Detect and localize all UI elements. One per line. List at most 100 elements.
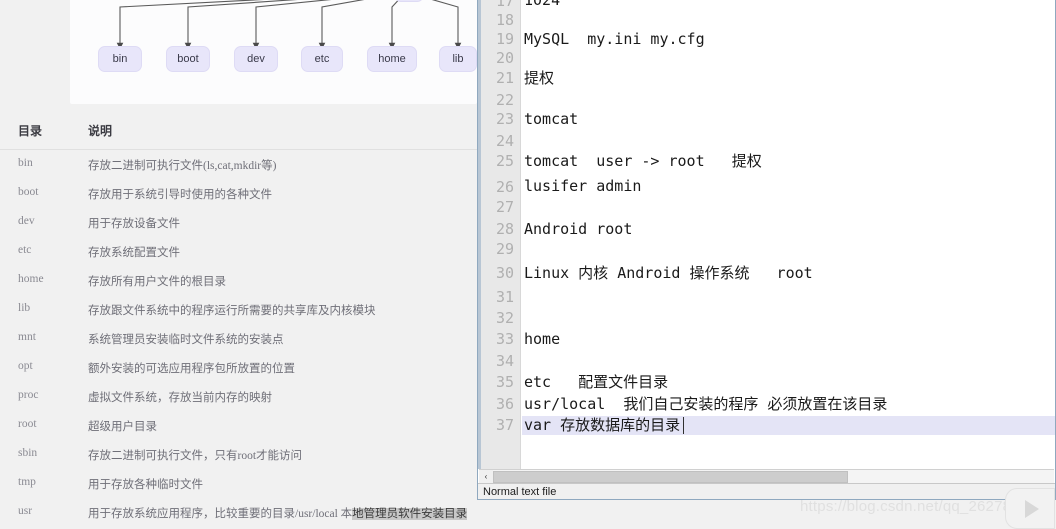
table-row: sbin 存放二进制可执行文件，只有root才能访问 [0,440,477,469]
line-number: 19 [495,30,514,48]
table-cell-directory: tmp [18,476,36,488]
table-cell-directory: boot [18,186,39,198]
line-number: 20 [495,49,514,67]
table-cell-description: 存放用于系统引导时使用的各种文件 [88,189,272,201]
diagram-node-etc: etc [301,46,343,72]
table-cell-directory: usr [18,505,33,517]
line-number: 25 [495,152,514,170]
play-triangle-icon [1025,499,1039,518]
line-number: 31 [495,288,514,306]
line-number: 33 [495,330,514,348]
table-cell-directory: home [18,273,44,285]
watermark-play-badge [1005,488,1055,529]
line-number: 37 [495,416,514,434]
horizontal-scrollbar-thumb[interactable] [493,470,848,483]
diagram-node-lib-label: lib [452,53,464,65]
linux-directory-tree-diagram: / bin boot dev etc home lib [70,0,477,104]
code-line: usr/local 我们自己安装的程序 必须放置在该目录 [524,395,888,413]
table-cell-description: 用于存放设备文件 [88,218,180,230]
table-cell-description: 存放跟文件系统中的程序运行所需要的共享库及内核模块 [88,305,376,317]
table-cell-description: 用于存放各种临时文件 [88,479,203,491]
diagram-node-dev: dev [234,46,278,72]
table-cell-description-text: 用于存放系统应用程序，比较重要的目录/usr/local 本 [88,508,353,520]
line-number: 17 [495,0,514,10]
table-row: tmp 用于存放各种临时文件 [0,469,477,498]
table-header-row: 目录 说明 [0,110,477,150]
directory-description-table: 目录 说明 bin 存放二进制可执行文件(ls,cat,mkdir等) boot… [0,110,477,529]
line-number: 27 [495,198,514,216]
horizontal-scrollbar-track[interactable] [493,469,1054,484]
table-row: mnt 系统管理员安装临时文件系统的安装点 [0,324,477,353]
line-number: 28 [495,220,514,238]
editor-body: 17 18 19 20 21 22 23 24 25 26 27 28 29 3… [478,0,1055,499]
line-number: 35 [495,373,514,391]
code-line: Android root [524,220,633,238]
table-cell-directory: etc [18,244,32,256]
line-number: 21 [495,69,514,87]
table-row: bin 存放二进制可执行文件(ls,cat,mkdir等) [0,150,477,179]
status-file-type: Normal text file [483,485,557,498]
diagram-node-home: home [367,46,417,72]
table-cell-description: 存放二进制可执行文件(ls,cat,mkdir等) [88,160,277,172]
table-cell-description: 存放二进制可执行文件，只有root才能访问 [88,450,303,462]
table-row: opt 额外安装的可选应用程序包所放置的位置 [0,353,477,382]
line-number: 18 [495,11,514,29]
table-row: dev 用于存放设备文件 [0,208,477,237]
line-number: 32 [495,309,514,327]
table-row: lib 存放跟文件系统中的程序运行所需要的共享库及内核模块 [0,295,477,324]
table-cell-description: 系统管理员安装临时文件系统的安装点 [88,334,284,346]
code-line: etc 配置文件目录 [524,373,669,391]
line-number: 29 [495,240,514,258]
code-text-area[interactable]: 1024 MySQL my.ini my.cfg 提权 tomcat tomca… [522,0,1055,469]
table-cell-directory: mnt [18,331,36,343]
diagram-node-home-label: home [378,53,406,65]
diagram-node-lib: lib [439,46,477,72]
diagram-node-etc-label: etc [314,53,330,65]
table-cell-description-selection: 地管理员软件安装目录 [352,508,468,520]
table-cell-description: 存放所有用户文件的根目录 [88,276,226,288]
line-number: 24 [495,132,514,150]
table-cell-description: 存放系统配置文件 [88,247,180,259]
table-cell-directory: lib [18,302,31,314]
table-cell-directory: proc [18,389,39,401]
line-number: 23 [495,110,514,128]
table-row: home 存放所有用户文件的根目录 [0,266,477,295]
table-cell-directory: sbin [18,447,38,459]
diagram-node-boot-label: boot [177,53,199,65]
table-row: boot 存放用于系统引导时使用的各种文件 [0,179,477,208]
code-line: 1024 [524,0,561,9]
table-row: proc 虚拟文件系统，存放当前内存的映射 [0,382,477,411]
table-header-description: 说明 [88,124,113,138]
screen-root: / bin boot dev etc home lib 目录 [0,0,1056,529]
table-cell-directory: dev [18,215,35,227]
diagram-node-bin: bin [98,46,142,72]
code-line: tomcat user -> root 提权 [524,152,762,170]
table-cell-directory: root [18,418,37,430]
table-row: root 超级用户目录 [0,411,477,440]
table-cell-directory: opt [18,360,33,372]
table-cell-description: 额外安装的可选应用程序包所放置的位置 [88,363,295,375]
notepad-editor-window: 17 18 19 20 21 22 23 24 25 26 27 28 29 3… [477,0,1056,500]
line-number: 30 [495,264,514,282]
table-cell-description: 虚拟文件系统，存放当前内存的映射 [88,392,272,404]
table-row: etc 存放系统配置文件 [0,237,477,266]
editor-status-bar: Normal text file [478,483,1055,499]
code-line-current: var 存放数据库的目录 [522,416,1055,435]
line-number: 36 [495,395,514,413]
code-line: tomcat [524,110,579,128]
gutter-edge-marker [478,0,481,469]
line-number: 26 [495,178,514,196]
code-line: Linux 内核 Android 操作系统 root [524,264,813,282]
line-number: 34 [495,352,514,370]
code-line: 提权 [524,69,555,87]
table-cell-directory: bin [18,157,33,169]
diagram-node-boot: boot [166,46,210,72]
scroll-left-arrow-icon[interactable]: ‹ [479,469,493,484]
diagram-node-bin-label: bin [112,53,128,65]
code-line: MySQL my.ini my.cfg [524,30,705,48]
table-header-directory: 目录 [18,124,43,138]
web-page-pane: / bin boot dev etc home lib 目录 [0,0,477,529]
table-row: usr 用于存放系统应用程序，比较重要的目录/usr/local 本地管理员软件… [0,498,477,527]
horizontal-scrollbar[interactable]: ‹ [479,469,1054,484]
csdn-watermark: https://blog.csdn.net/qq_26278133 [800,498,1037,515]
